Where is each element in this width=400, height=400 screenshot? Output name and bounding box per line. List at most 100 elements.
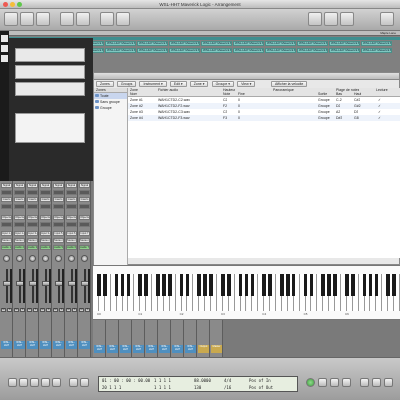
black-key[interactable]	[309, 274, 314, 296]
notes-button[interactable]	[308, 12, 322, 26]
edit-menu[interactable]: Edit ▾	[169, 81, 187, 87]
setting-slot[interactable]: Signal	[40, 183, 51, 188]
inserts-slot[interactable]: Inserts	[66, 197, 77, 202]
channel-name[interactable]: WSL-HH7	[66, 341, 77, 349]
audio-region[interactable]: WSL-HH7 Maverick Bass.1	[169, 48, 200, 53]
pan-knob[interactable]	[68, 255, 75, 262]
rewind-button[interactable]	[8, 378, 17, 387]
mute-button[interactable]: M	[53, 308, 58, 312]
insert-slot[interactable]	[66, 204, 77, 209]
bar-ruler[interactable]: Maple Lane	[9, 31, 400, 36]
channel-name[interactable]: WSL-HH7	[1, 341, 12, 349]
view-menu[interactable]: View ▾	[237, 81, 256, 87]
black-key[interactable]	[362, 274, 367, 296]
input-slot[interactable]: Input 1-2	[1, 231, 12, 236]
black-key[interactable]	[392, 274, 396, 296]
lists-button[interactable]	[36, 12, 50, 26]
media-button[interactable]	[20, 12, 34, 26]
audio-region[interactable]: WSL-HH7 Maverick Bass.1	[233, 48, 264, 53]
lcd-display[interactable]: 01 : 00 : 00 : 00.00 20 1 1 1 1 1 1 1 1 …	[98, 376, 298, 392]
automation-slot[interactable]: Audio 2	[14, 245, 25, 250]
solo-button[interactable]	[318, 378, 327, 387]
black-key[interactable]	[114, 274, 119, 296]
list-item[interactable]: Groupe	[94, 105, 127, 111]
automation-slot[interactable]: Audio 5	[53, 245, 64, 250]
groups-tab[interactable]: Groups	[116, 81, 137, 87]
inserts-slot[interactable]: Inserts	[40, 197, 51, 202]
pan-knob[interactable]	[16, 255, 23, 262]
eq-slot[interactable]	[14, 190, 25, 195]
sends-slot[interactable]: Objects	[1, 215, 12, 220]
input-slot[interactable]: Input 3-4	[27, 231, 38, 236]
black-key[interactable]	[327, 274, 331, 296]
send-slot[interactable]	[1, 222, 12, 227]
output-slot[interactable]: Stereo Out	[66, 238, 77, 243]
setting-slot[interactable]: Signal	[79, 183, 90, 188]
instrument-menu[interactable]: Instrument ▾	[139, 81, 167, 87]
black-key[interactable]	[126, 274, 131, 296]
channel-name[interactable]: Master	[211, 345, 222, 353]
insert-slot[interactable]	[53, 204, 64, 209]
solo-button[interactable]: S	[20, 308, 25, 312]
solo-button[interactable]: S	[72, 308, 77, 312]
black-key[interactable]	[221, 274, 225, 296]
sends-slot[interactable]: Objects	[40, 215, 51, 220]
pan-knob[interactable]	[3, 255, 10, 262]
black-key[interactable]	[197, 274, 202, 296]
black-key[interactable]	[333, 274, 337, 296]
black-key[interactable]	[262, 274, 266, 296]
velocity-toggle[interactable]: Afficher la velocite	[271, 81, 308, 87]
input-slot[interactable]: Input 7	[79, 231, 90, 236]
track-header[interactable]	[15, 65, 85, 79]
group-menu[interactable]: Groupe ▾	[211, 81, 234, 87]
pan-knob[interactable]	[55, 255, 62, 262]
browser-button[interactable]	[324, 12, 338, 26]
eq-slot[interactable]	[66, 190, 77, 195]
black-key[interactable]	[280, 274, 284, 296]
output-slot[interactable]: Stereo Out	[40, 238, 51, 243]
note-grid[interactable]	[15, 113, 85, 143]
audio-region[interactable]: WSL-HH7 Maverick Bass.1	[105, 41, 136, 46]
replace-button[interactable]	[330, 378, 339, 387]
black-key[interactable]	[162, 274, 166, 296]
inspector-button[interactable]	[4, 12, 18, 26]
master-volume-button[interactable]	[384, 378, 393, 387]
settings-button[interactable]	[60, 12, 74, 26]
insert-slot[interactable]	[1, 204, 12, 209]
black-key[interactable]	[250, 274, 255, 296]
black-key[interactable]	[321, 274, 325, 296]
insert-slot[interactable]	[79, 204, 90, 209]
inserts-slot[interactable]: Inserts	[53, 197, 64, 202]
stop-button[interactable]	[30, 378, 39, 387]
input-slot[interactable]: Input 3-4	[40, 231, 51, 236]
send-slot[interactable]	[27, 222, 38, 227]
inserts-slot[interactable]: Inserts	[1, 197, 12, 202]
automation-slot[interactable]: Audio 6	[66, 245, 77, 250]
automation-slot[interactable]: Audio 1	[1, 245, 12, 250]
send-slot[interactable]	[66, 222, 77, 227]
col-hi[interactable]: Haut	[354, 92, 361, 96]
black-key[interactable]	[209, 274, 213, 296]
channel-name[interactable]: Output	[198, 345, 209, 353]
input-slot[interactable]: Input 6	[66, 231, 77, 236]
solo-button[interactable]: S	[85, 308, 90, 312]
black-key[interactable]	[244, 274, 249, 296]
audio-region[interactable]: WSL-HH7 Maverick Bass.1	[361, 48, 392, 53]
audio-region[interactable]: WSL-HH7 Maverick Bass.1	[137, 41, 168, 46]
colors-button[interactable]	[380, 12, 394, 26]
channel-name[interactable]: WSL-HH7	[146, 345, 157, 353]
sends-slot[interactable]: Objects	[79, 215, 90, 220]
channel-name[interactable]: WSL-HH7	[79, 341, 90, 349]
setting-slot[interactable]: Signal	[53, 183, 64, 188]
split-button[interactable]	[100, 12, 114, 26]
cycle-button[interactable]	[69, 378, 78, 387]
join-button[interactable]	[116, 12, 130, 26]
insert-slot[interactable]	[27, 204, 38, 209]
sends-slot[interactable]: Objects	[27, 215, 38, 220]
black-key[interactable]	[203, 274, 207, 296]
eq-slot[interactable]	[27, 190, 38, 195]
inserts-slot[interactable]: Inserts	[14, 197, 25, 202]
audio-region[interactable]: WSL-HH7 Maverick Bass.1	[297, 41, 328, 46]
send-slot[interactable]	[40, 222, 51, 227]
table-row[interactable]: Zone #4 WAH1CTD2-F3.wav F3 0 Groupe D#3 G8 ✓	[128, 115, 400, 121]
